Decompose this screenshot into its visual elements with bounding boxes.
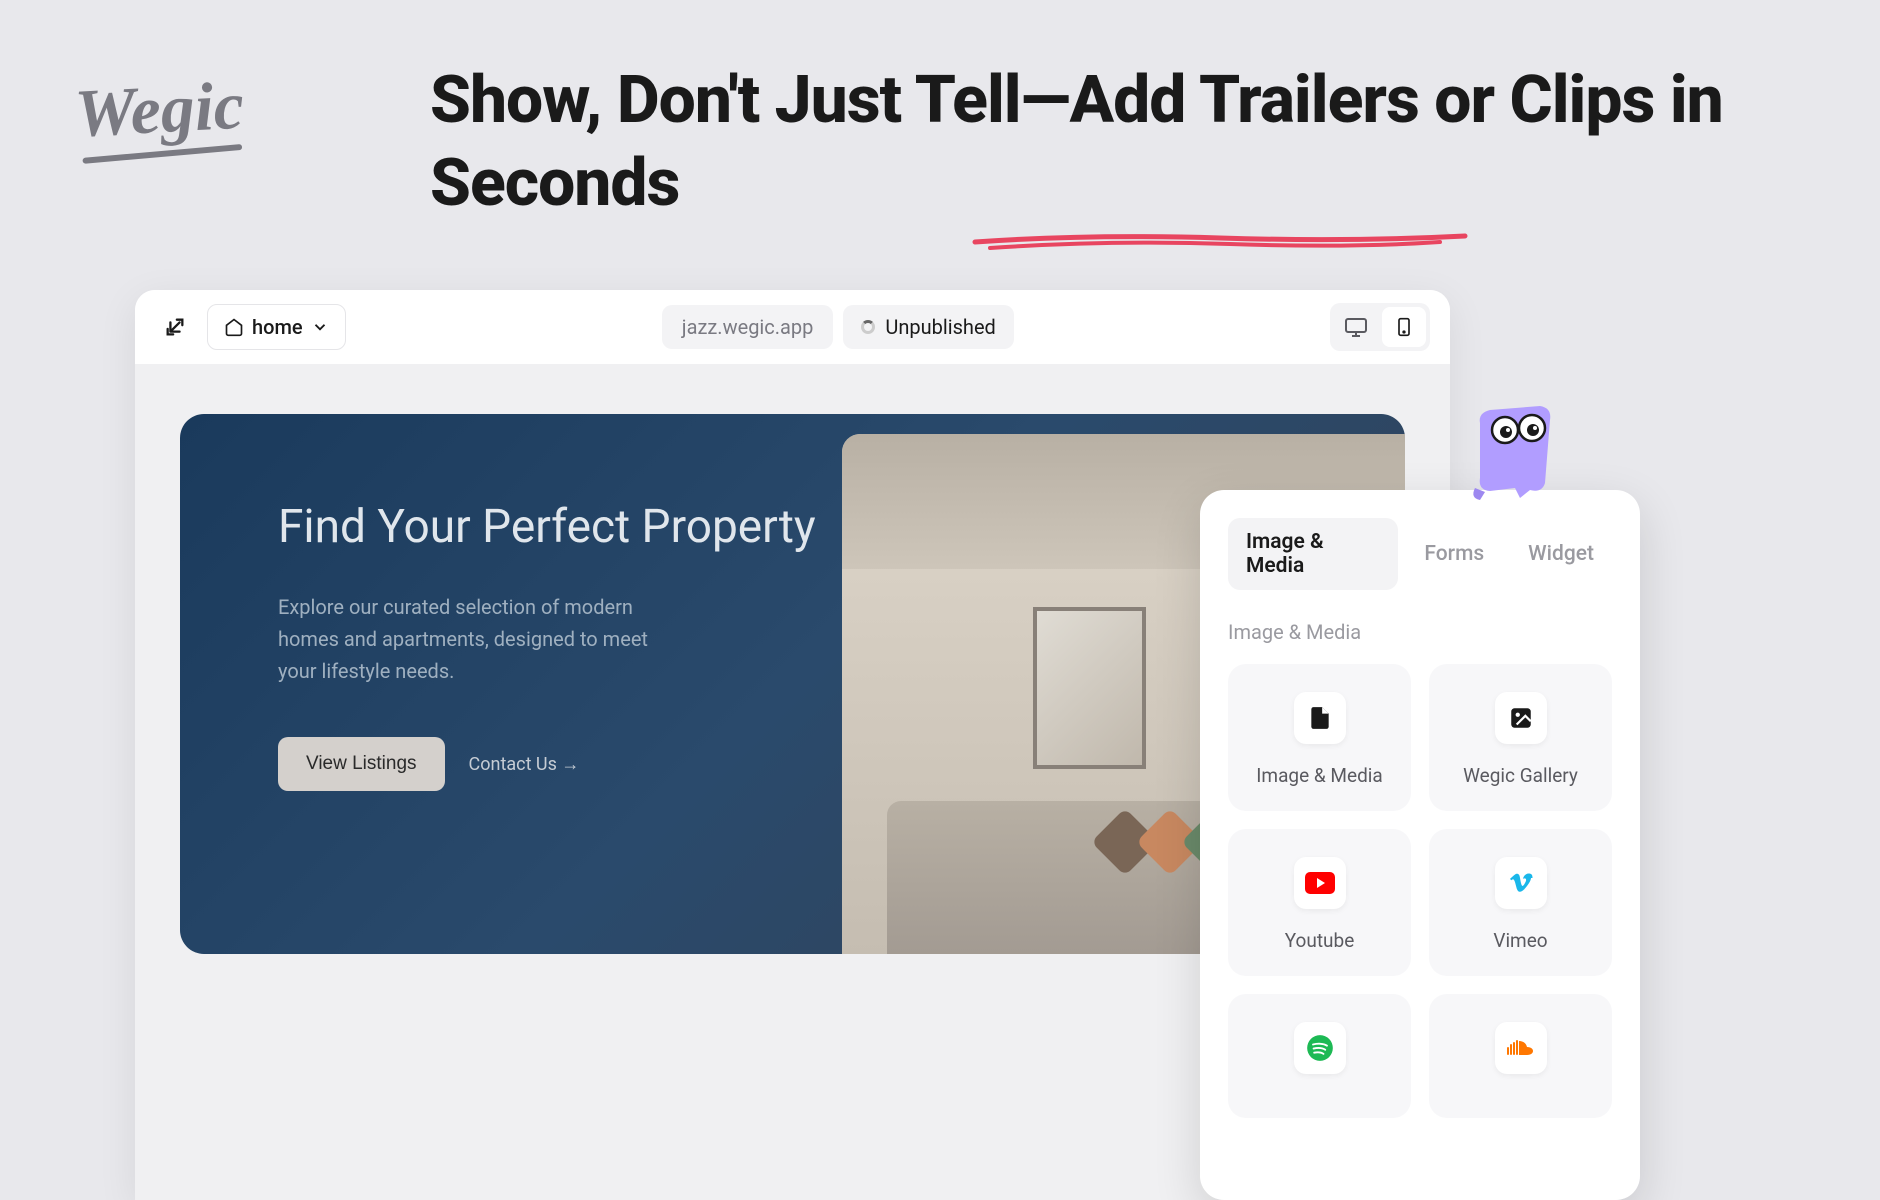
- media-item-wegic-gallery[interactable]: Wegic Gallery: [1429, 664, 1612, 811]
- mascot-character: [1450, 398, 1570, 508]
- tab-widget[interactable]: Widget: [1510, 530, 1612, 578]
- hero-title: Find Your Perfect Property: [278, 500, 841, 555]
- media-label: Wegic Gallery: [1463, 764, 1578, 787]
- insert-panel: Image & Media Forms Widget Image & Media…: [1200, 490, 1640, 1200]
- panel-section-title: Image & Media: [1228, 620, 1612, 644]
- tab-forms[interactable]: Forms: [1406, 530, 1502, 578]
- wegic-logo: Wegic: [73, 66, 246, 154]
- contact-us-link[interactable]: Contact Us →: [469, 754, 580, 775]
- browser-toolbar: home jazz.wegic.app Unpublished: [135, 290, 1450, 364]
- file-icon: [1307, 705, 1333, 731]
- status-spinner-icon: [861, 320, 875, 334]
- desktop-view-button[interactable]: [1334, 307, 1378, 347]
- media-item-vimeo[interactable]: Vimeo: [1429, 829, 1612, 976]
- panel-tabs: Image & Media Forms Widget: [1228, 518, 1612, 590]
- page-headline: Show, Don't Just Tell—Add Trailers or Cl…: [430, 60, 1880, 225]
- expand-button[interactable]: [155, 307, 195, 347]
- tab-image-media[interactable]: Image & Media: [1228, 518, 1398, 590]
- hero-description: Explore our curated selection of modern …: [278, 591, 688, 687]
- chevron-down-icon: [311, 318, 329, 336]
- gallery-icon: [1508, 705, 1534, 731]
- media-item-soundcloud[interactable]: [1429, 994, 1612, 1118]
- mobile-view-button[interactable]: [1382, 307, 1426, 347]
- media-label: Image & Media: [1256, 764, 1383, 787]
- desktop-icon: [1344, 315, 1368, 339]
- media-item-image-media[interactable]: Image & Media: [1228, 664, 1411, 811]
- headline-underline-decoration: [970, 230, 1470, 250]
- soundcloud-icon: [1505, 1039, 1537, 1057]
- media-item-youtube[interactable]: Youtube: [1228, 829, 1411, 976]
- spotify-icon: [1306, 1034, 1334, 1062]
- home-icon: [224, 317, 244, 337]
- home-dropdown[interactable]: home: [207, 304, 346, 350]
- url-display[interactable]: jazz.wegic.app: [662, 305, 834, 349]
- device-toggle: [1330, 303, 1430, 351]
- media-label: Vimeo: [1493, 929, 1547, 952]
- home-label: home: [252, 315, 303, 339]
- view-listings-button[interactable]: View Listings: [278, 737, 445, 791]
- youtube-icon: [1305, 872, 1335, 894]
- media-label: Youtube: [1285, 929, 1355, 952]
- mobile-icon: [1394, 315, 1414, 339]
- status-label: Unpublished: [885, 315, 995, 339]
- media-item-spotify[interactable]: [1228, 994, 1411, 1118]
- publish-status[interactable]: Unpublished: [843, 305, 1013, 349]
- vimeo-icon: [1507, 871, 1535, 895]
